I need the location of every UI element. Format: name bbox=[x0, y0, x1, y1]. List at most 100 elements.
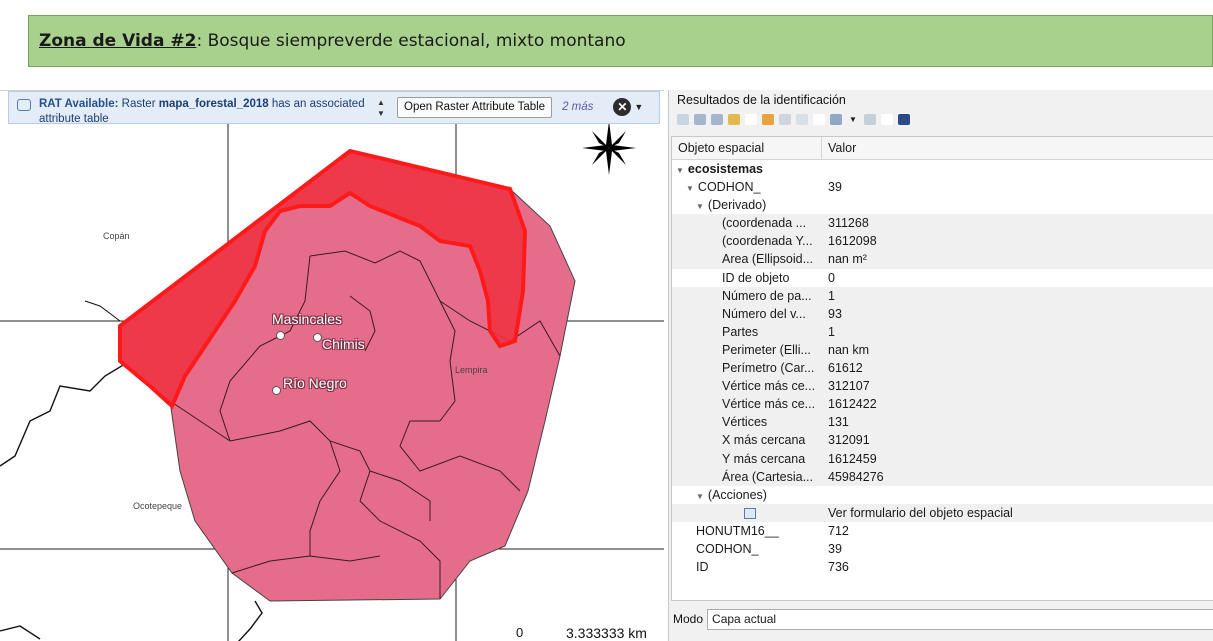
tree-row[interactable]: Número del v... 93 bbox=[672, 304, 1213, 323]
tree-row[interactable]: Vértices 131 bbox=[672, 413, 1213, 432]
value-cell: 1 bbox=[828, 288, 835, 303]
chevron-down-icon[interactable]: ▼ bbox=[847, 114, 859, 125]
header-feature[interactable]: Objeto espacial bbox=[672, 137, 822, 159]
map-svg bbox=[0, 91, 664, 641]
tree-row[interactable]: Area (Ellipsoid... nan m² bbox=[672, 250, 1213, 269]
tree-row[interactable]: Número de pa... 1 bbox=[672, 286, 1213, 305]
feature-cell: Número del v... bbox=[722, 305, 806, 323]
tree-row[interactable]: ▼ CODHON_ 39 bbox=[672, 178, 1213, 196]
feature-label: Vértice más ce... bbox=[722, 379, 816, 394]
value-cell: 1612459 bbox=[828, 451, 877, 466]
feature-cell: (coordenada ... bbox=[722, 214, 806, 232]
identify-tool-icon[interactable] bbox=[864, 113, 876, 125]
tree-row[interactable]: HONUTM16__ 712 bbox=[672, 522, 1213, 540]
label-copan: Copán bbox=[103, 231, 130, 241]
feature-cell: Área (Cartesia... bbox=[722, 468, 813, 486]
tree-row[interactable]: ▼ (Acciones) bbox=[672, 486, 1213, 504]
tree-row[interactable]: ID 736 bbox=[672, 558, 1213, 576]
mode-select[interactable]: Capa actual bbox=[707, 608, 1213, 630]
expand-all-icon[interactable] bbox=[694, 113, 706, 125]
tree-row[interactable]: (coordenada Y... 1612098 bbox=[672, 232, 1213, 251]
rat-message-bar: RAT Available: Raster mapa_forestal_2018… bbox=[8, 91, 660, 124]
tree-row[interactable]: Partes 1 bbox=[672, 322, 1213, 341]
tree-row[interactable]: Ver formulario del objeto espacial bbox=[672, 503, 1213, 522]
feature-label: Partes bbox=[722, 324, 759, 339]
tree-row[interactable]: X más cercana 312091 bbox=[672, 431, 1213, 450]
feature-label: Área (Cartesia... bbox=[722, 469, 814, 484]
value-cell: Ver formulario del objeto espacial bbox=[828, 505, 1013, 520]
feature-cell: ▼ ecosistemas bbox=[676, 160, 763, 180]
map-canvas[interactable]: Copán Lempira Ocotepeque Masincales Chim… bbox=[0, 90, 664, 641]
chevron-down-icon[interactable]: ▼ bbox=[634, 102, 643, 112]
expand-toggle-icon[interactable]: ▼ bbox=[686, 184, 694, 193]
tree-row[interactable]: Vértice más ce... 312107 bbox=[672, 377, 1213, 396]
feature-cell bbox=[744, 504, 756, 522]
feature-cell: HONUTM16__ bbox=[696, 522, 779, 540]
town-marker bbox=[272, 386, 281, 395]
expand-toggle-icon[interactable]: ▼ bbox=[676, 166, 684, 175]
town-marker bbox=[276, 331, 285, 340]
feature-cell: CODHON_ bbox=[696, 540, 759, 558]
message-scroll-arrows[interactable]: ▲ ▼ bbox=[377, 98, 389, 118]
value-cell: 712 bbox=[828, 523, 849, 538]
header-value[interactable]: Valor bbox=[822, 137, 856, 159]
feature-label: Area (Ellipsoid... bbox=[722, 252, 814, 267]
feature-cell: Y más cercana bbox=[722, 450, 805, 468]
feature-label: (Derivado) bbox=[707, 198, 767, 213]
message-icon bbox=[17, 99, 31, 111]
feature-cell: Partes bbox=[722, 323, 758, 341]
copy-icon[interactable] bbox=[779, 113, 791, 125]
results-tree[interactable]: Objeto espacial Valor ▼ ecosistemas ▼ CODHO… bbox=[671, 136, 1213, 601]
help-icon[interactable] bbox=[898, 113, 910, 125]
tree-row[interactable]: Área (Cartesia... 45984276 bbox=[672, 467, 1213, 486]
tree-rows: ▼ ecosistemas ▼ CODHON_ 39 ▼ (Derivado) (coorde… bbox=[672, 160, 1213, 576]
tree-row[interactable]: ID de objeto 0 bbox=[672, 269, 1213, 287]
identify-toolbar: ▼ bbox=[677, 111, 910, 127]
feature-cell: Vértice más ce... bbox=[722, 395, 815, 413]
expand-icon[interactable] bbox=[677, 113, 689, 125]
value-cell: 93 bbox=[828, 306, 842, 321]
tree-row[interactable]: Perímetro (Car... 61612 bbox=[672, 359, 1213, 378]
expand-toggle-icon[interactable]: ▼ bbox=[696, 492, 704, 501]
feature-label: Perímetro (Car... bbox=[722, 361, 815, 376]
value-cell: 39 bbox=[828, 541, 842, 556]
feature-label: Y más cercana bbox=[722, 451, 806, 466]
tree-row[interactable]: Perimeter (Elli... nan km bbox=[672, 340, 1213, 360]
scale-bar-value: 3.333333 km bbox=[566, 625, 647, 641]
value-cell: 1612422 bbox=[828, 397, 877, 412]
value-cell: 1612098 bbox=[828, 234, 877, 249]
feature-label: Vértices bbox=[722, 415, 768, 430]
form-icon[interactable] bbox=[744, 507, 756, 519]
value-cell: nan km bbox=[828, 342, 869, 357]
value-cell: 61612 bbox=[828, 361, 863, 376]
value-cell: 1 bbox=[828, 324, 835, 339]
expand-toggle-icon[interactable]: ▼ bbox=[696, 202, 704, 211]
tree-row[interactable]: ▼ ecosistemas bbox=[672, 160, 1213, 178]
banner-title: Zona de Vida #2 bbox=[39, 31, 197, 51]
value-cell: 312091 bbox=[828, 433, 870, 448]
mode-row: Modo Capa actual bbox=[671, 608, 1213, 630]
feature-cell: Vértices bbox=[722, 413, 767, 431]
feature-label: Vértice más ce... bbox=[722, 397, 816, 412]
tree-row[interactable]: Y más cercana 1612459 bbox=[672, 449, 1213, 468]
town-masincales: Masincales bbox=[272, 311, 343, 327]
expand-new-icon[interactable] bbox=[728, 113, 740, 125]
label-lempira: Lempira bbox=[455, 365, 488, 375]
tree-row[interactable]: Vértice más ce... 1612422 bbox=[672, 395, 1213, 414]
feature-label: CODHON_ bbox=[697, 180, 761, 195]
print-icon[interactable] bbox=[796, 113, 808, 125]
select-features-icon[interactable] bbox=[830, 113, 842, 125]
open-raster-attribute-table-button[interactable]: Open Raster Attribute Table bbox=[397, 97, 553, 118]
collapse-all-icon[interactable] bbox=[711, 113, 723, 125]
tree-row[interactable]: CODHON_ 39 bbox=[672, 540, 1213, 558]
feature-cell: (coordenada Y... bbox=[722, 232, 813, 250]
clear-results-icon[interactable] bbox=[762, 113, 774, 125]
message-layer-name: mapa_forestal_2018 bbox=[158, 98, 269, 110]
feature-label: Perimeter (Elli... bbox=[722, 342, 811, 357]
tree-row[interactable]: (coordenada ... 311268 bbox=[672, 214, 1213, 233]
close-icon[interactable]: ✕ bbox=[613, 98, 632, 116]
town-rio-negro: Río Negro bbox=[283, 375, 347, 391]
more-messages-link[interactable]: 2 más bbox=[562, 101, 593, 113]
tree-row[interactable]: ▼ (Derivado) bbox=[672, 196, 1213, 214]
value-cell: 39 bbox=[828, 180, 842, 195]
